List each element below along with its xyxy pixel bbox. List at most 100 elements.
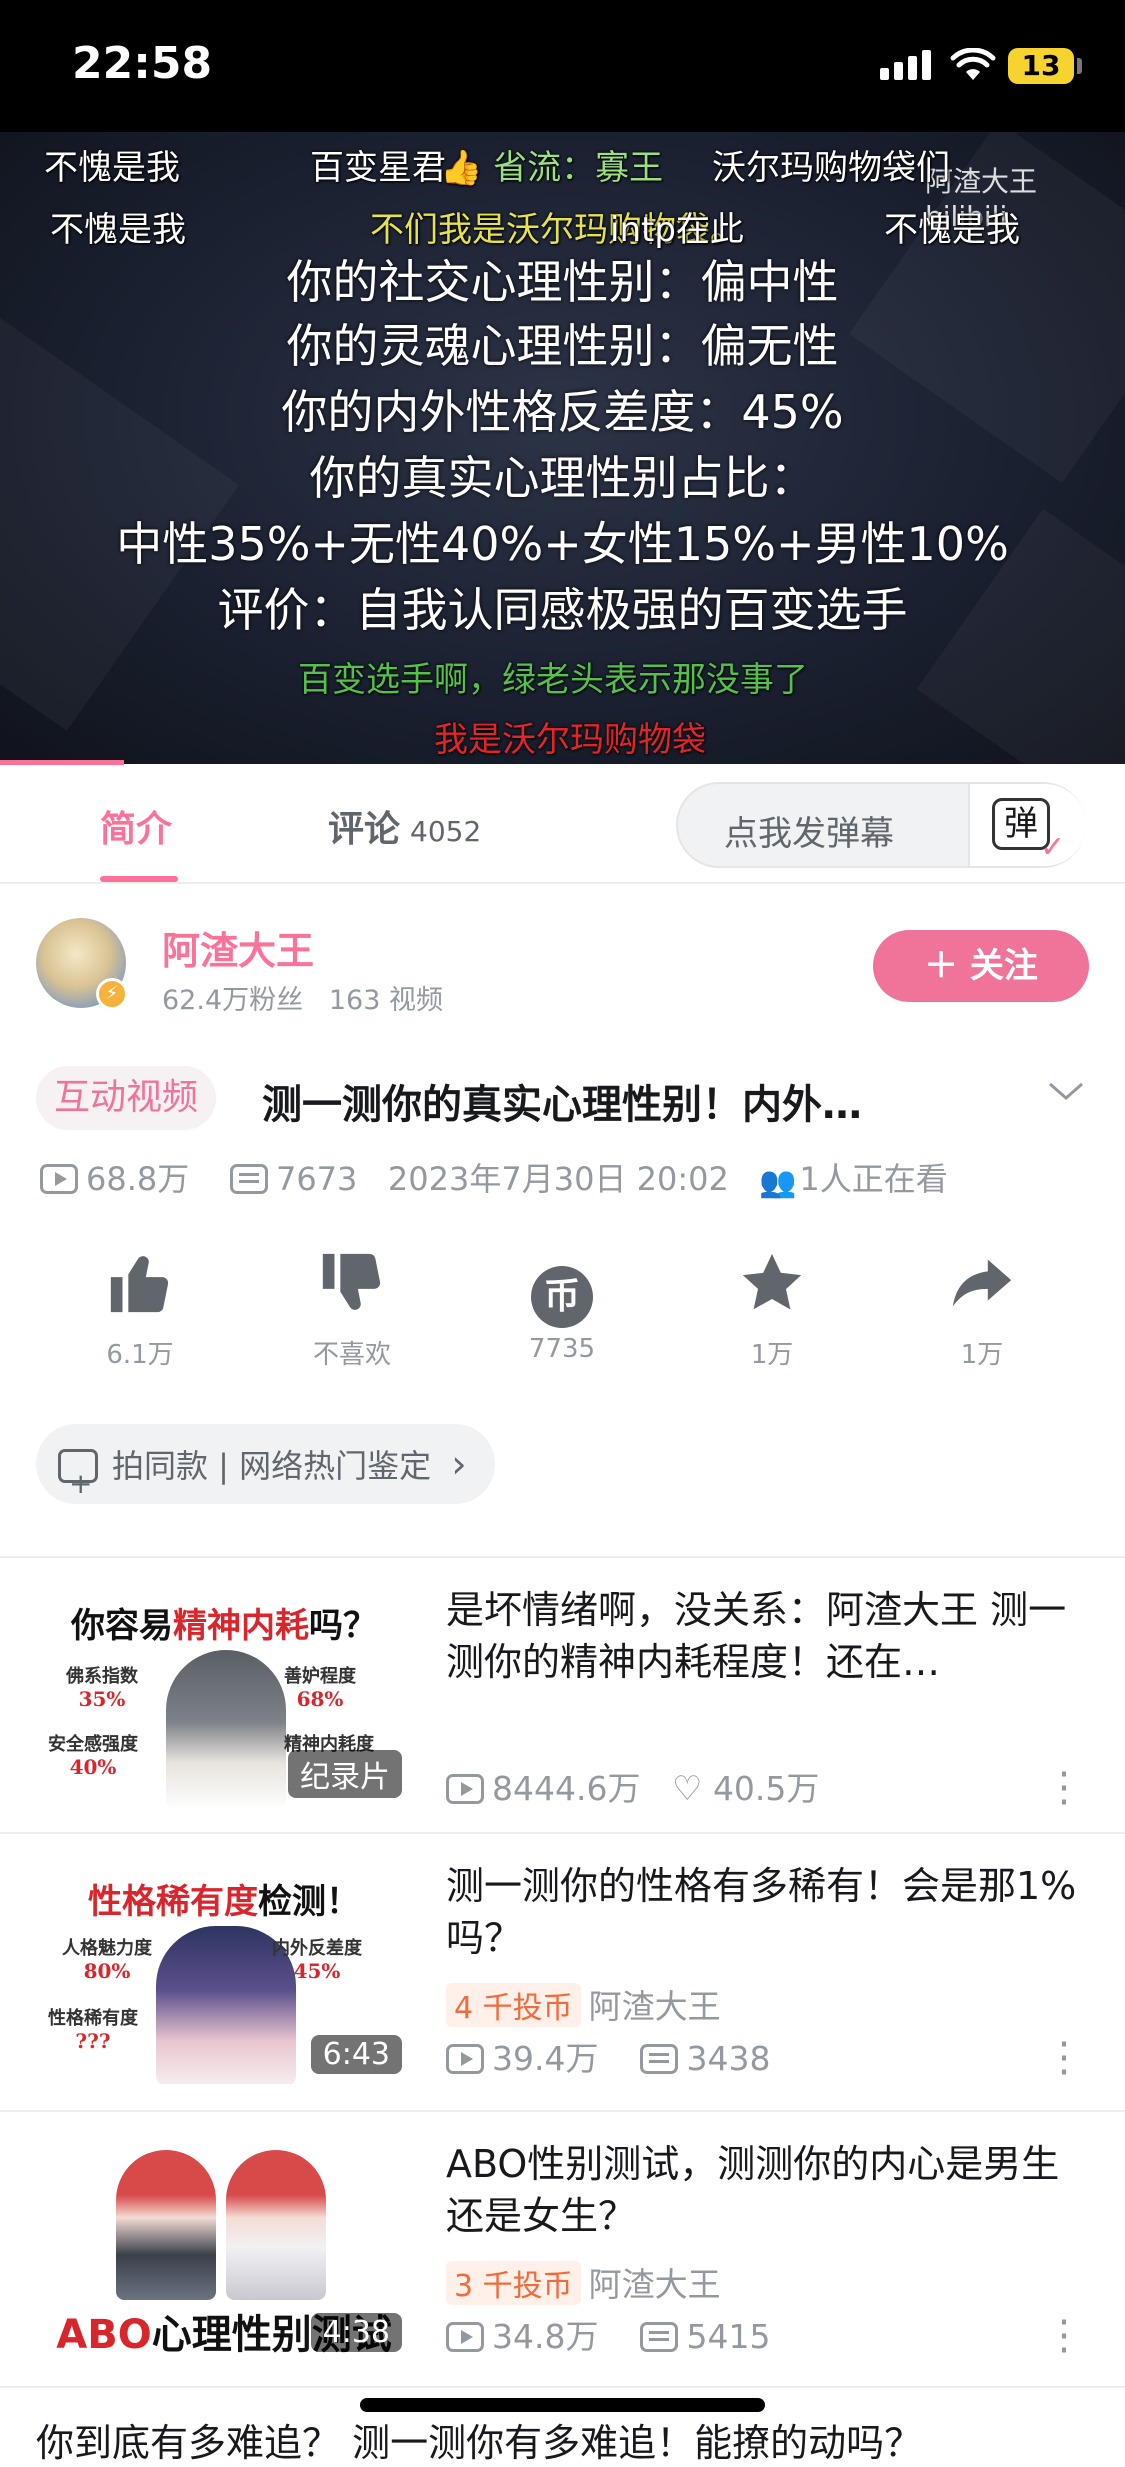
video-subtitle: 你的真实心理性别占比： (309, 451, 816, 505)
video-thumbnail: 性格稀有度检测！ 人格魅力度 80% 内外反差度 45% 性格稀有度??? 6:43 (36, 1864, 412, 2084)
danmaku-count-icon (640, 2322, 679, 2352)
danmaku-comment: 百变选手啊，绿老头表示那没事了 (298, 660, 808, 700)
watching-count: 1人正在看 (799, 1160, 948, 1198)
recommend-author: 阿渣大王 (588, 1987, 721, 2026)
danmaku-comment: 我是沃尔玛购物袋 (434, 720, 706, 760)
thumbnail-label: 人格魅力度 80% (62, 1938, 152, 1983)
thumbnail-label: 内外反差度 45% (272, 1938, 362, 1983)
danmaku-count-icon (640, 2044, 679, 2074)
fans-count: 62.4万粉丝 (162, 985, 304, 1016)
play-count-icon (40, 1164, 78, 1194)
list-divider (0, 2110, 1125, 2112)
home-indicator[interactable] (360, 2398, 765, 2412)
tab-comments-label: 评论 (328, 809, 401, 850)
thumbnail-label: 性格稀有度??? (48, 2008, 138, 2053)
coin-tag: 3 千投币 (446, 2261, 581, 2305)
star-icon (702, 1248, 842, 1328)
cellular-signal-icon (880, 50, 936, 80)
battery-indicator: 13 (1008, 48, 1074, 84)
danmaku-comment: 👍 省流：寡王 (440, 148, 664, 188)
more-options-icon[interactable]: · · · (1054, 2303, 1074, 2371)
tab-intro[interactable]: 简介 (100, 800, 172, 852)
documentary-badge: 纪录片 (288, 1750, 402, 1798)
danmaku-input[interactable]: 点我发弹幕 弹 ✓ (676, 782, 1086, 868)
play-count-icon (446, 2322, 484, 2352)
list-divider (0, 1832, 1125, 1834)
video-subtitle: 中性35%+无性40%+女性15%+男性10% (116, 517, 1009, 571)
favorite-count: 1万 (750, 1340, 794, 1370)
more-options-icon[interactable]: · · · (1054, 2025, 1074, 2093)
danmaku-count-icon (229, 1164, 268, 1194)
video-title[interactable]: 测一测你的真实心理性别！内外… (262, 1072, 1022, 1130)
tab-bar: 简介 评论 4052 点我发弹幕 弹 ✓ (0, 764, 1125, 884)
list-item[interactable]: 你容易精神内耗吗？ 佛系指数 35% 善妒程度 68% 安全感强度 40% 精神内耗度… (0, 1566, 1125, 1842)
coin-tag: 4 千投币 (446, 1983, 581, 2027)
danmaku-comment: 百变星君 (310, 148, 446, 188)
interactive-video-tag: 互动视频 (36, 1066, 217, 1130)
heart-icon: ♡ (671, 1769, 703, 1809)
like-button[interactable]: 6.1万 (70, 1248, 210, 1371)
favorite-button[interactable]: 1万 (702, 1248, 842, 1371)
like-count: 6.1万 (106, 1340, 174, 1370)
share-count: 1万 (960, 1340, 1004, 1370)
video-subtitle: 你的社交心理性别：偏中性 (286, 255, 839, 309)
list-divider (0, 2386, 1125, 2388)
thumbnail-label: 佛系指数 35% (66, 1666, 138, 1711)
tab-comments[interactable]: 评论 4052 (328, 800, 481, 852)
recommend-title: ABO性别测试，测测你的内心是男生还是女生？ (446, 2142, 1060, 2238)
more-options-icon[interactable]: · · · (1054, 1755, 1074, 1823)
video-thumbnail: ABO心理性别测试 4:38 (36, 2142, 412, 2362)
coin-icon: 币 (531, 1266, 593, 1328)
recommend-stats: 34.8万 5415 (446, 2310, 770, 2358)
same-style-button[interactable]: 拍同款 | 网络热门鉴定 › (36, 1424, 495, 1524)
same-style-label: 拍同款 | 网络热门鉴定 (112, 1447, 432, 1485)
play-count-icon (446, 1774, 484, 1804)
active-tab-indicator (100, 876, 178, 882)
thumbnail-label: 善妒程度 68% (284, 1666, 356, 1711)
next-item-peek[interactable]: 你到底有多难追？ 测一测你有多难追！能撩的动吗？ (36, 2412, 922, 2467)
character-illustration (166, 1650, 286, 1808)
status-time: 22:58 (72, 38, 213, 89)
dislike-label: 不喜欢 (312, 1340, 391, 1370)
duration-badge: 6:43 (310, 2035, 402, 2074)
thumbs-down-icon (282, 1248, 422, 1328)
recommend-author: 阿渣大王 (588, 2265, 721, 2304)
danmaku-comment: 不愧是我 (884, 210, 1020, 250)
character-illustration (116, 2150, 216, 2300)
chevron-right-icon: › (451, 1442, 467, 1486)
play-count-icon (446, 2044, 484, 2074)
danmaku-comment: 沃尔玛购物袋们 (712, 148, 950, 188)
video-subtitle: 评价：自我认同感极强的百变选手 (217, 583, 908, 637)
recommend-title: 测一测你的性格有多稀有！会是那1%吗？ (446, 1864, 1077, 1960)
share-button[interactable]: 1万 (912, 1248, 1052, 1371)
coin-button[interactable]: 币 7735 (492, 1248, 632, 1364)
follow-button[interactable]: ＋ 关注 (873, 930, 1089, 1002)
battery-tip (1077, 58, 1082, 74)
thumbnail-label: 安全感强度 40% (48, 1734, 138, 1779)
danmaku-placeholder: 点我发弹幕 (724, 814, 894, 854)
danmaku-comment: 不愧是我 (50, 210, 186, 250)
videos-count: 163 视频 (328, 985, 443, 1016)
video-subtitle: 你的灵魂心理性别：偏无性 (286, 319, 839, 373)
danmaku-comment: intp在此 (610, 210, 744, 250)
thumbnail-heading: 性格稀有度检测！ (88, 1882, 360, 1922)
coin-count: 7735 (528, 1334, 596, 1364)
danmaku-comment: 不愧是我 (44, 148, 180, 188)
list-item[interactable]: ABO心理性别测试 4:38 ABO性别测试，测测你的内心是男生还是女生？ 3 … (0, 2120, 1125, 2396)
recommend-stats: 39.4万 3438 (446, 2032, 770, 2080)
video-stats: 68.8万 7673 2023年7月30日 20:02 👥1人正在看 (40, 1154, 948, 1200)
thumbs-up-icon (70, 1248, 210, 1328)
recommend-meta: 4 千投币 阿渣大王 (446, 1980, 721, 2028)
character-illustration (226, 2150, 326, 2300)
uploader-name[interactable]: 阿渣大王 (162, 920, 314, 975)
video-thumbnail: 你容易精神内耗吗？ 佛系指数 35% 善妒程度 68% 安全感强度 40% 精神内耗度… (36, 1588, 412, 1808)
recommend-meta: 3 千投币 阿渣大王 (446, 2258, 721, 2306)
dislike-button[interactable]: 不喜欢 (282, 1248, 422, 1371)
danmaku-toggle-button[interactable]: 弹 ✓ (968, 784, 1086, 866)
list-item[interactable]: 性格稀有度检测！ 人格魅力度 80% 内外反差度 45% 性格稀有度??? 6:43… (0, 1842, 1125, 2118)
wifi-icon (950, 48, 996, 80)
section-divider (0, 1556, 1125, 1558)
danmaku-count: 7673 (275, 1160, 358, 1198)
chevron-down-icon[interactable] (1046, 1080, 1086, 1104)
view-count: 68.8万 (86, 1160, 190, 1198)
